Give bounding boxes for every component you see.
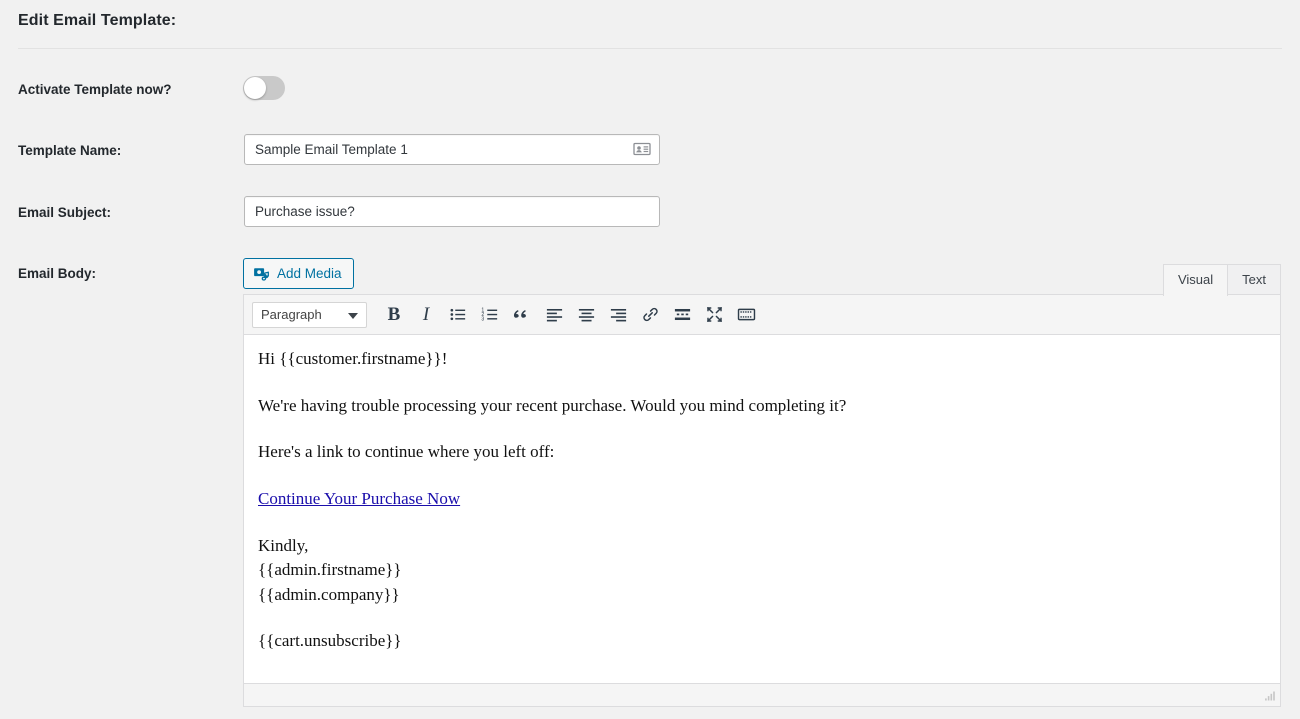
bold-icon[interactable]: B — [379, 300, 409, 330]
numbered-list-icon[interactable]: 1 2 3 — [475, 300, 505, 330]
contact-card-icon[interactable] — [633, 140, 651, 158]
body-paragraph-link: Continue Your Purchase Now — [258, 487, 1262, 512]
page-header: Edit Email Template: — [0, 0, 1300, 49]
editor-resize-handle[interactable] — [1261, 688, 1277, 704]
email-body-editor: Add Media Visual Text Paragraph B I 1 2 … — [243, 258, 1281, 707]
body-unsubscribe-token: {{cart.unsubscribe}} — [258, 631, 402, 651]
continue-purchase-link[interactable]: Continue Your Purchase Now — [258, 489, 460, 508]
blockquote-icon[interactable] — [507, 300, 537, 330]
format-select-value: Paragraph — [261, 307, 322, 322]
read-more-icon[interactable] — [667, 300, 697, 330]
svg-text:3: 3 — [481, 317, 484, 323]
email-subject-input[interactable] — [244, 196, 660, 227]
editor-mode-tabs: Visual Text — [1162, 264, 1281, 297]
page-title: Edit Email Template: — [18, 12, 177, 29]
email-body-content[interactable]: Hi {{customer.firstname}}! We're having … — [244, 335, 1280, 683]
body-signature-line-1: Kindly, — [258, 535, 309, 555]
align-right-icon[interactable] — [603, 300, 633, 330]
editor-media-buttons: Add Media Visual Text — [243, 258, 1281, 297]
tab-visual[interactable]: Visual — [1162, 264, 1229, 297]
insert-link-icon[interactable] — [635, 300, 665, 330]
align-center-icon[interactable] — [571, 300, 601, 330]
format-select[interactable]: Paragraph — [252, 301, 367, 328]
email-subject-label: Email Subject: — [18, 205, 112, 220]
bulleted-list-icon[interactable] — [443, 300, 473, 330]
italic-icon[interactable]: I — [411, 300, 441, 330]
body-paragraph-message: We're having trouble processing your rec… — [258, 395, 847, 415]
add-media-label: Add Media — [277, 265, 342, 281]
body-signature-line-3: {{admin.company}} — [258, 584, 400, 604]
template-name-input[interactable] — [244, 134, 660, 165]
body-signature-line-2: {{admin.firstname}} — [258, 560, 402, 580]
body-paragraph-link-intro: Here's a link to continue where you left… — [258, 442, 555, 462]
align-left-icon[interactable] — [539, 300, 569, 330]
chevron-down-icon — [348, 312, 358, 319]
toolbar-toggle-icon[interactable] — [731, 300, 761, 330]
editor-container: Paragraph B I 1 2 3 Hi {{customer.firstn… — [243, 294, 1281, 707]
editor-toolbar: Paragraph B I 1 2 3 — [244, 295, 1280, 335]
tab-text[interactable]: Text — [1227, 264, 1281, 297]
activate-template-toggle[interactable] — [243, 76, 285, 100]
editor-statusbar — [244, 683, 1280, 706]
email-subject-field-wrapper — [244, 196, 660, 227]
template-name-field-wrapper — [244, 134, 660, 165]
toggle-knob — [244, 77, 266, 99]
distraction-free-icon[interactable] — [699, 300, 729, 330]
add-media-button[interactable]: Add Media — [243, 258, 354, 289]
email-body-label: Email Body: — [18, 266, 97, 281]
template-name-label: Template Name: — [18, 143, 122, 158]
add-media-icon — [253, 265, 271, 283]
body-paragraph-greeting: Hi {{customer.firstname}}! — [258, 349, 448, 368]
header-divider — [18, 48, 1282, 49]
activate-template-label: Activate Template now? — [18, 82, 172, 97]
